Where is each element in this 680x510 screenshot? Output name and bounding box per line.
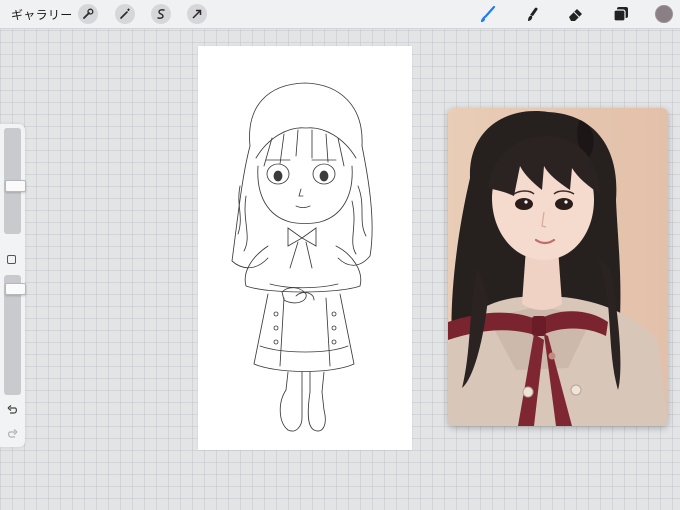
chibi-sketch [231,82,373,432]
adjustments-button[interactable] [115,4,135,24]
toolbar: ギャラリー [0,0,680,29]
transform-arrow-icon [192,9,202,19]
reference-photo [448,108,668,426]
eraser-tool-button[interactable] [566,4,586,24]
sidebar [0,124,26,447]
opacity-slider[interactable] [4,275,26,395]
redo-icon[interactable] [6,428,19,441]
undo-icon[interactable] [6,404,19,417]
drawing-canvas[interactable] [198,46,412,450]
selection-button[interactable] [151,4,171,24]
selection-icon [157,9,165,19]
wrench-icon [83,8,94,19]
smudge-tool-button[interactable] [523,4,543,24]
layers-icon [613,7,628,22]
layers-button[interactable] [611,4,631,24]
gallery-button[interactable]: ギャラリー [11,6,73,23]
reference-image-window[interactable] [448,108,668,426]
modify-button[interactable] [7,255,16,264]
transform-button[interactable] [187,4,207,24]
brush-tool-button[interactable] [478,4,498,24]
smudge-icon [528,7,538,21]
color-picker-button[interactable] [655,5,673,23]
brush-icon [480,5,496,23]
brush-size-slider[interactable] [4,128,26,234]
eraser-icon [569,9,582,21]
actions-button[interactable] [78,4,98,24]
brush-size-handle[interactable] [5,180,26,192]
magic-wand-icon [120,8,130,19]
opacity-handle[interactable] [5,283,26,295]
